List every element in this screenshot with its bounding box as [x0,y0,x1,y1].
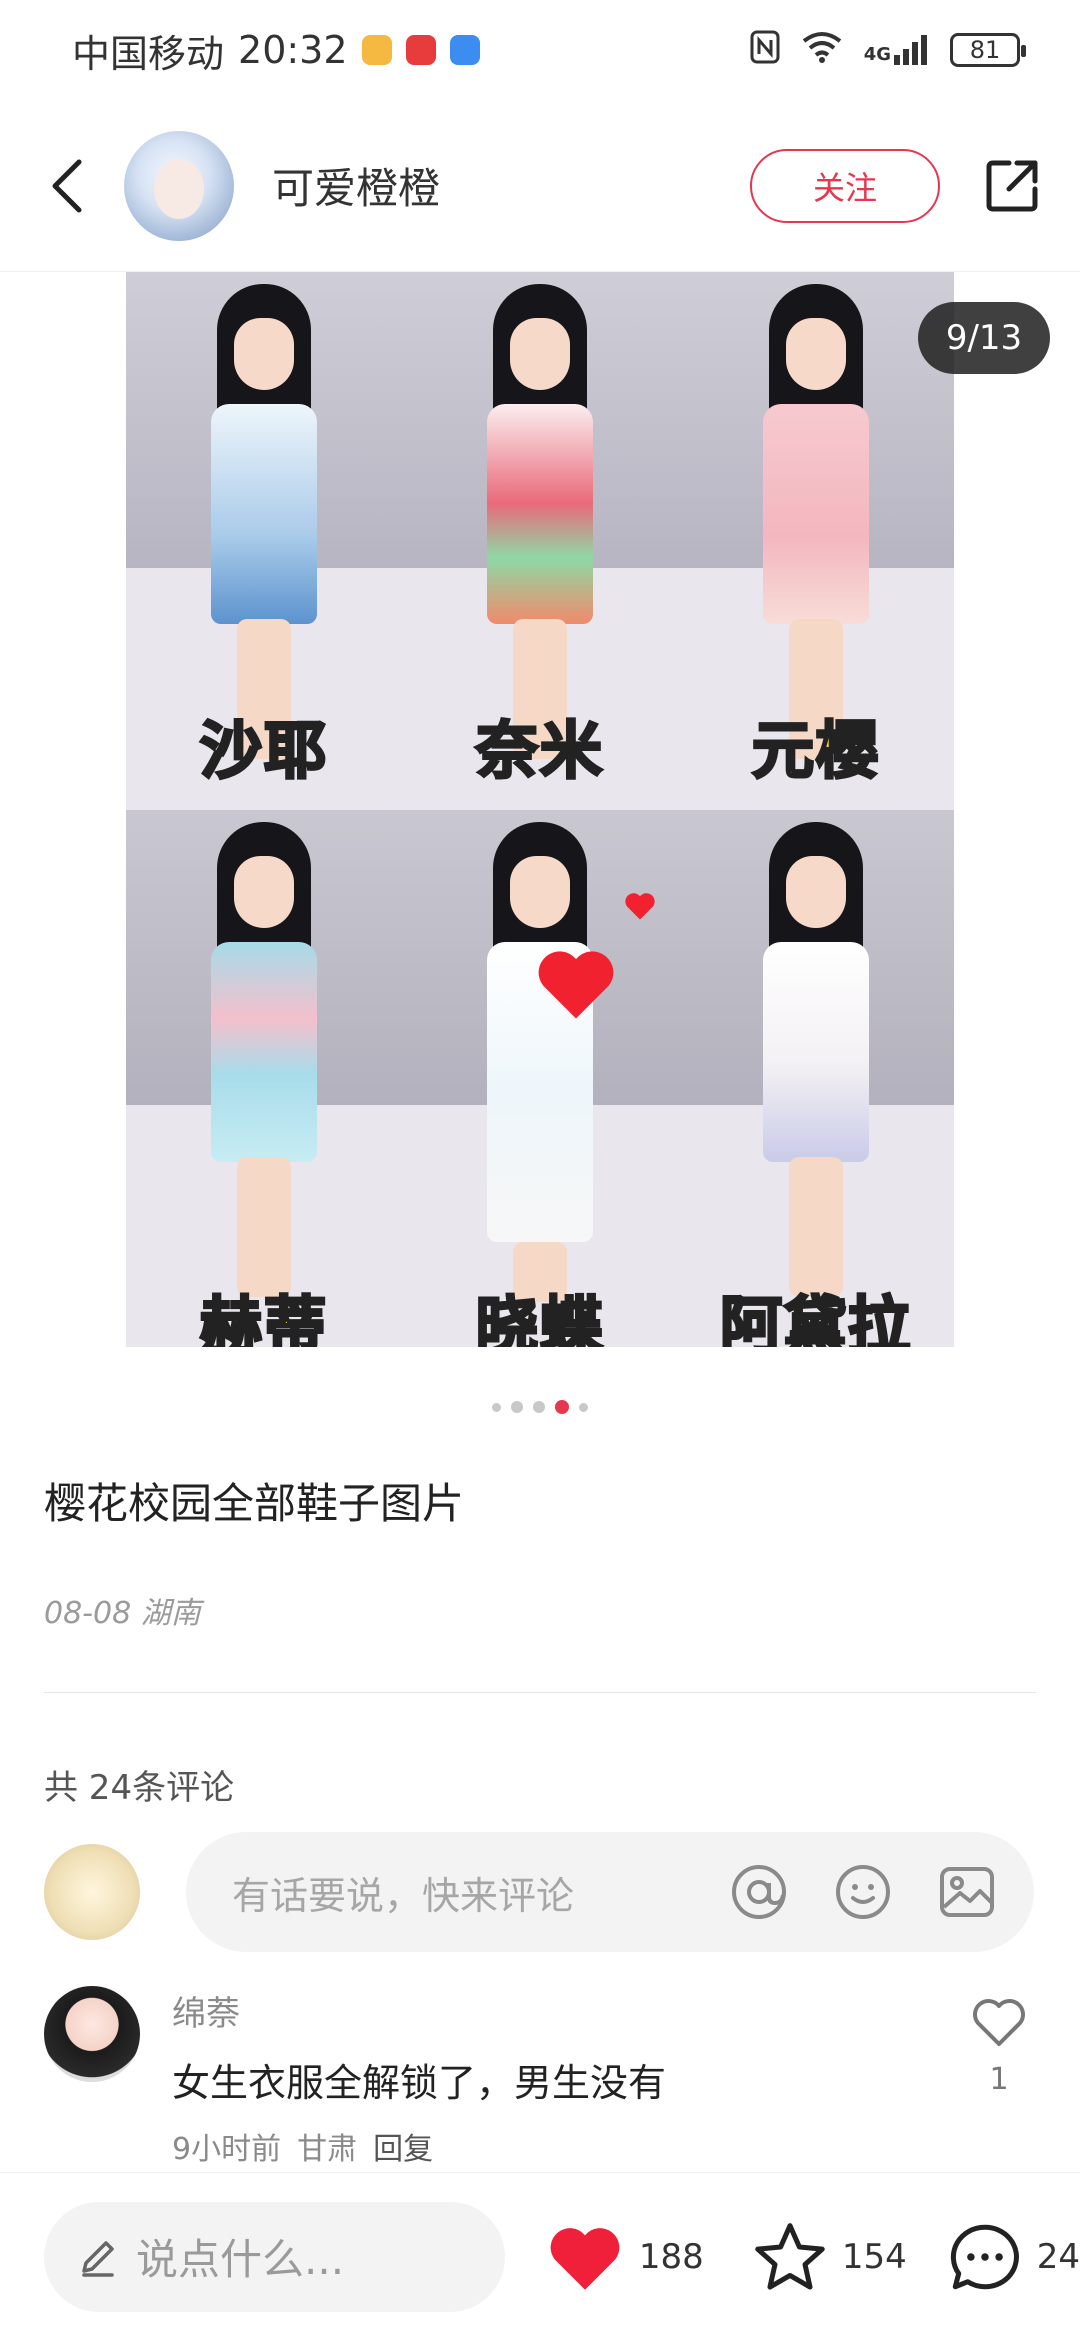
favorite-count: 154 [841,2236,907,2277]
chevron-left-icon [52,159,82,212]
heart-icon [625,892,655,919]
mention-button[interactable] [728,1861,790,1923]
bottom-action-bar: 说点什么... 188 154 24 [0,2172,1080,2340]
favorite-button[interactable]: 154 [752,2221,907,2293]
notification-app-icon [361,35,392,65]
comment-like-button[interactable]: 1 [964,1996,1034,2097]
say-something-placeholder: 说点什么... [136,2235,345,2284]
star-icon [755,2222,825,2290]
author-avatar[interactable] [124,130,234,241]
character-label: 元樱 [750,712,880,788]
image-icon [940,1867,994,1917]
comment-like-count: 1 [989,2062,1009,2097]
heart-icon [538,950,614,1018]
carrier-label: 中国移动 [72,31,225,76]
back-button[interactable] [36,156,96,216]
comment-count-bottom: 24 [1036,2236,1080,2277]
emoji-icon [836,1865,890,1919]
nfc-icon [750,30,780,71]
comment-location: 甘肃 [297,2132,358,2167]
battery-level: 81 [969,36,1001,64]
cloud-icon [449,35,480,65]
post-date-location: 08-08 湖南 [44,1596,201,1631]
post-title: 樱花校园全部鞋子图片 [44,1479,465,1528]
share-icon [986,160,1038,211]
collage-cell: 奈米 [402,272,678,810]
character-label: 奈米 [474,712,604,788]
share-button[interactable] [980,154,1044,218]
commenter-name[interactable]: 绵萘 [172,1986,240,2035]
collage-cell: 元樱 [678,272,954,810]
image-picker-button[interactable] [936,1861,998,1923]
comments-button[interactable]: 24 [947,2221,1080,2293]
comment-text: 女生衣服全解锁了，男生没有 [172,2061,667,2105]
commenter-avatar[interactable] [44,1986,140,2082]
collage-cell: 赫蒂 [126,809,402,1348]
pencil-icon [82,2240,114,2277]
wifi-icon [802,31,842,70]
pagination-dot[interactable] [511,1401,523,1413]
character-label: 阿黛拉 [718,1288,912,1348]
like-count: 188 [638,2236,704,2277]
pagination-dot[interactable] [579,1402,588,1412]
outfit-collage-image: 沙耶 奈米 元樱 赫蒂 晓蝶 阿黛拉 [126,272,954,1347]
pagination-dot-active[interactable] [555,1400,569,1414]
collage-cell: 沙耶 [126,272,402,810]
like-button[interactable]: 188 [545,2221,704,2293]
collage-cell: 阿黛拉 [678,809,954,1348]
comment-input[interactable]: 有话要说，快来评论 [186,1832,1034,1952]
post-header: 可爱橙橙 关注 [0,100,1080,272]
collage-cell: 晓蝶 [402,809,678,1348]
image-gallery[interactable]: 沙耶 奈米 元樱 赫蒂 晓蝶 阿黛拉 9/13 [0,272,1080,1347]
status-bar: 中国移动 20:32 4G 81 [0,0,1080,100]
character-label: 赫蒂 [198,1288,328,1348]
gallery-pagination [0,1400,1080,1414]
follow-button[interactable]: 关注 [750,148,940,223]
comment-meta: 9小时前 甘肃 回复 [172,2124,433,2168]
my-avatar [44,1844,140,1940]
heart-filled-icon [550,2227,620,2290]
author-name[interactable]: 可爱橙橙 [272,155,440,216]
character-label: 晓蝶 [474,1288,604,1348]
comment-input-placeholder: 有话要说，快来评论 [232,1873,575,1918]
notification-app-icon [405,35,436,65]
network-type: 4G [863,44,891,65]
signal-icon: 4G [864,35,928,65]
battery-icon: 81 [950,33,1026,67]
comment-count: 共 24条评论 [44,1768,235,1808]
divider [44,1692,1036,1693]
heart-outline-icon [973,1999,1025,2046]
emoji-button[interactable] [832,1861,894,1923]
comment-bubble-icon [950,2224,1019,2289]
pagination-dot[interactable] [533,1401,545,1413]
comment-time: 9小时前 [172,2132,282,2167]
pagination-dot[interactable] [492,1402,501,1412]
say-something-input[interactable]: 说点什么... [44,2201,505,2312]
at-icon [732,1865,786,1919]
image-counter-badge: 9/13 [918,302,1050,374]
reply-button[interactable]: 回复 [373,2124,433,2168]
character-label: 沙耶 [198,712,328,788]
clock: 20:32 [238,28,348,72]
